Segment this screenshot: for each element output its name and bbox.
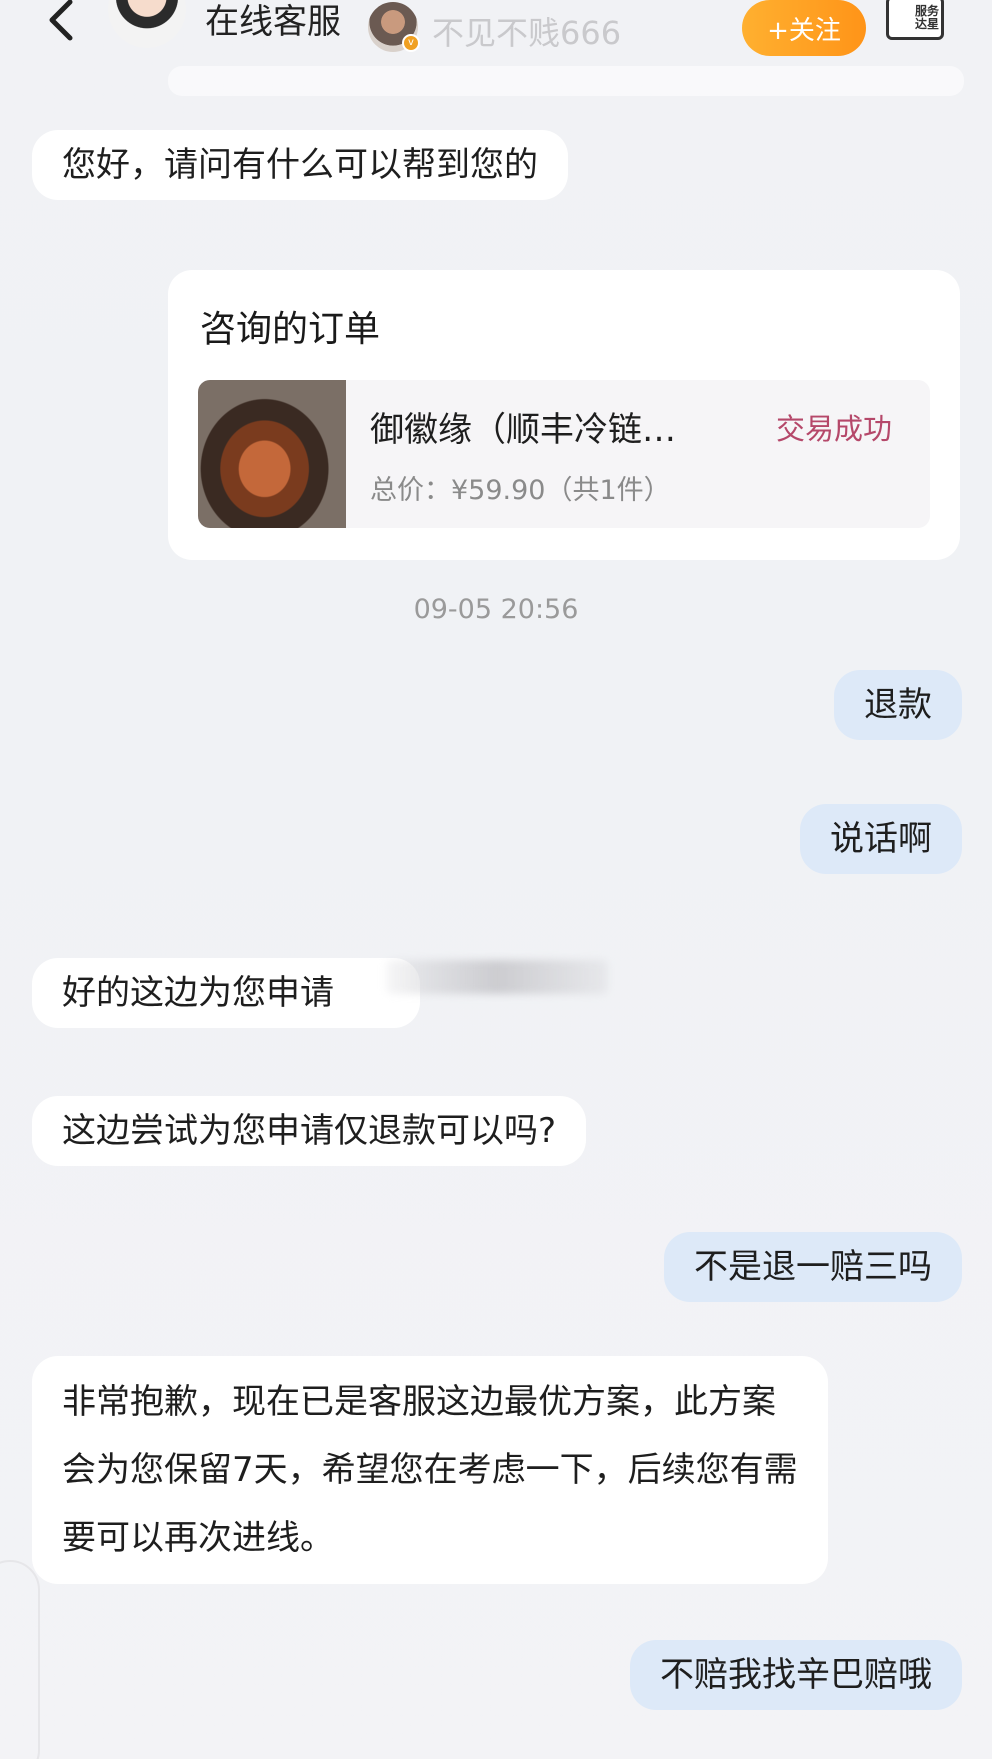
floating-edge-handle[interactable] xyxy=(0,1560,40,1759)
message-bubble-incoming[interactable]: 好的这边为您申请 xyxy=(32,958,420,1028)
order-price: 总价：¥59.90（共1件） xyxy=(370,475,671,506)
message-bubble-incoming[interactable]: 这边尝试为您申请仅退款可以吗? xyxy=(32,1096,587,1166)
agent-name: 在线客服 xyxy=(205,2,341,42)
message-timestamp: 09-05 20:56 xyxy=(413,594,579,625)
message-bubble-outgoing[interactable]: 退款 xyxy=(834,670,962,740)
header-shadow-strip xyxy=(168,66,964,96)
order-item[interactable]: 御徽缘（顺丰冷链… 交易成功 总价：¥59.90（共1件） xyxy=(198,380,930,528)
verified-badge-icon: v xyxy=(402,34,420,52)
shop-name[interactable]: 不见不贱666 xyxy=(432,8,621,54)
chat-header: 在线客服 v 不见不贱666 +关注 服务 达星 xyxy=(0,0,992,96)
message-bubble-outgoing[interactable]: 说话啊 xyxy=(800,804,962,874)
product-thumbnail[interactable] xyxy=(198,380,346,528)
agent-avatar[interactable] xyxy=(108,0,186,48)
message-bubble-outgoing[interactable]: 不赔我找辛巴赔哦 xyxy=(630,1640,962,1710)
message-bubble-incoming[interactable]: 您好，请问有什么可以帮到您的 xyxy=(32,130,568,200)
order-card-title: 咨询的订单 xyxy=(200,309,381,350)
message-bubble-outgoing[interactable]: 不是退一赔三吗 xyxy=(664,1232,962,1302)
order-card[interactable]: 咨询的订单 御徽缘（顺丰冷链… 交易成功 总价：¥59.90（共1件） xyxy=(168,270,960,560)
product-name: 御徽缘（顺丰冷链… xyxy=(370,410,676,450)
redacted-text xyxy=(386,960,608,994)
follow-button[interactable]: +关注 xyxy=(742,0,866,56)
service-badge-icon[interactable]: 服务 达星 xyxy=(886,0,944,40)
back-chevron-icon xyxy=(49,0,73,41)
order-status: 交易成功 xyxy=(776,412,893,446)
back-button[interactable] xyxy=(40,0,84,46)
message-bubble-incoming[interactable]: 非常抱歉，现在已是客服这边最优方案，此方案会为您保留7天，希望您在考虑一下，后续… xyxy=(32,1356,828,1584)
